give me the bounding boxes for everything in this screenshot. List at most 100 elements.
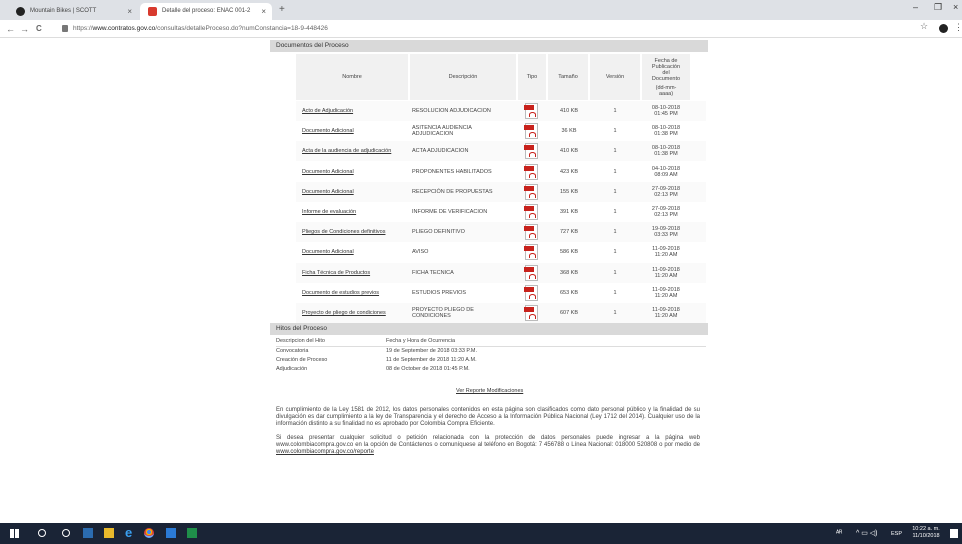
legal-text-2: Si desea presentar cualquier solicitud o…	[276, 435, 700, 448]
pdf-acrobat-mark	[529, 253, 536, 259]
extension-icon[interactable]	[939, 24, 948, 33]
pdf-file-icon[interactable]	[524, 183, 538, 200]
pdf-file-icon[interactable]	[524, 264, 538, 281]
document-name-link[interactable]: Acto de Adjudicación	[302, 108, 353, 115]
document-time: 11:20 AM	[654, 313, 678, 319]
tab-title: Detalle del proceso: ENAC 001-2	[162, 8, 251, 14]
pdf-band	[524, 307, 534, 312]
edge-browser-icon[interactable]: e	[125, 526, 137, 540]
fecha-header-line: Documento	[651, 75, 681, 82]
pdf-file-icon[interactable]	[524, 204, 538, 220]
tab-detalle-proceso[interactable]: Detalle del proceso: ENAC 001-2 ×	[140, 3, 272, 20]
people-icon[interactable]: ᴬᴿ	[836, 530, 842, 537]
document-name-link[interactable]: Ficha Técnica de Productos	[302, 270, 370, 277]
document-size: 36 KB	[561, 128, 577, 135]
pdf-file-icon[interactable]	[524, 103, 538, 119]
pdf-file-icon[interactable]	[524, 143, 538, 160]
pdf-acrobat-mark	[529, 314, 536, 319]
document-version: 1	[613, 249, 617, 256]
pdf-acrobat-mark	[529, 293, 536, 299]
document-size: 410 KB	[559, 148, 579, 155]
pdf-band	[524, 185, 534, 191]
document-name-link[interactable]: Proyecto de pliego de condiciones	[302, 310, 386, 317]
tab-mountain-bikes[interactable]: Mountain Bikes | SCOTT ×	[8, 3, 138, 20]
document-description: PROPONENTES HABILITADOS	[412, 168, 492, 175]
pdf-acrobat-mark	[529, 273, 536, 279]
close-window-button[interactable]: ×	[953, 2, 958, 12]
col-version-header: Versión	[590, 54, 640, 100]
document-name-link[interactable]: Acta de la audiencia de adjudicación	[302, 148, 391, 155]
address-bar[interactable]: https://www.contratos.gov.co/consultas/d…	[62, 22, 942, 36]
tray-icons[interactable]: ^ ▭ ◁)	[856, 530, 878, 537]
document-version: 1	[613, 128, 617, 135]
close-tab-icon[interactable]: ×	[261, 3, 266, 20]
forward-button[interactable]: →	[20, 22, 29, 36]
document-size: 653 KB	[559, 289, 579, 296]
task-view-icon[interactable]	[83, 528, 93, 538]
document-time: 02:13 PM	[654, 212, 678, 218]
notifications-icon[interactable]	[950, 529, 958, 538]
back-button[interactable]: ←	[6, 22, 15, 36]
maximize-button[interactable]: ❐	[934, 2, 942, 13]
hitos-divider	[276, 346, 706, 347]
excel-icon[interactable]	[187, 528, 197, 538]
hitos-section-header: Hitos del Proceso	[270, 323, 708, 335]
document-name-link[interactable]: Documento Adicional	[302, 249, 354, 256]
pdf-file-icon[interactable]	[524, 244, 538, 261]
language-indicator[interactable]: ESP	[891, 531, 902, 538]
reporte-link[interactable]: www.colombiacompra.gov.co/reporte	[276, 449, 374, 455]
document-name-link[interactable]: Documento Adicional	[302, 128, 354, 135]
clock[interactable]: 10:22 a. m. 11/10/2018	[908, 526, 944, 540]
document-size: 368 KB	[559, 269, 579, 276]
document-description: ADJUDICACION	[412, 131, 454, 138]
col-fecha-header: Fecha de Publicación del Documento (dd-m…	[642, 54, 690, 100]
search-icon[interactable]	[38, 529, 46, 537]
taskbar-app-icon[interactable]	[166, 528, 176, 538]
secop-favicon-icon	[148, 7, 157, 16]
col-nombre-header: Nombre	[296, 54, 408, 100]
pdf-band	[524, 206, 534, 211]
document-version: 1	[613, 108, 617, 114]
pdf-band	[524, 105, 534, 110]
document-description: AVISO	[412, 249, 429, 256]
pdf-band	[524, 165, 534, 171]
hitos-col-desc-header: Descripcion del Hito	[276, 338, 325, 344]
document-time: 11:20 AM	[654, 292, 678, 299]
document-description: RECEPCIÓN DE PROPUESTAS	[412, 188, 493, 195]
document-name-link[interactable]: Documento Adicional	[302, 169, 354, 176]
cortana-icon[interactable]	[62, 529, 70, 537]
clock-date: 11/10/2018	[912, 533, 940, 539]
windows-start-icon[interactable]	[10, 529, 19, 538]
pdf-file-icon[interactable]	[524, 163, 538, 180]
document-version: 1	[613, 269, 617, 276]
pdf-file-icon[interactable]	[524, 123, 538, 140]
document-version: 1	[613, 229, 617, 236]
pdf-acrobat-mark	[529, 172, 536, 178]
minimize-button[interactable]: –	[913, 2, 918, 12]
browser-menu-icon[interactable]: ⋮	[954, 22, 962, 33]
document-name-link[interactable]: Pliegos de Condiciones definitivos	[302, 229, 385, 236]
new-tab-button[interactable]: +	[279, 3, 285, 17]
document-name-link[interactable]: Documento Adicional	[302, 189, 354, 196]
pdf-file-icon[interactable]	[524, 305, 538, 321]
document-time: 01:38 PM	[654, 131, 678, 138]
document-description: FICHA TECNICA	[412, 269, 454, 276]
document-description: ESTUDIOS PREVIOS	[412, 289, 467, 296]
pdf-acrobat-mark	[529, 132, 536, 138]
document-name-link[interactable]: Documento de estudios previos	[302, 290, 379, 297]
file-explorer-icon[interactable]	[104, 528, 114, 538]
reload-button[interactable]: C	[36, 22, 42, 36]
pdf-acrobat-mark	[529, 192, 536, 198]
pdf-file-icon[interactable]	[524, 284, 538, 301]
chrome-icon[interactable]	[144, 528, 154, 538]
document-version: 1	[613, 168, 617, 175]
ver-reporte-link[interactable]: Ver Reporte Modificaciones	[456, 388, 523, 395]
document-size: 586 KB	[559, 249, 579, 256]
fecha-header-line: aaaa)	[658, 90, 674, 97]
document-size: 423 KB	[559, 168, 579, 175]
bookmark-star-icon[interactable]: ☆	[920, 21, 928, 32]
document-name-link[interactable]: Informe de evaluación	[302, 209, 356, 216]
close-tab-icon[interactable]: ×	[127, 3, 132, 20]
pdf-file-icon[interactable]	[524, 224, 538, 241]
document-description: ACTA ADJUDICACION	[412, 148, 469, 155]
